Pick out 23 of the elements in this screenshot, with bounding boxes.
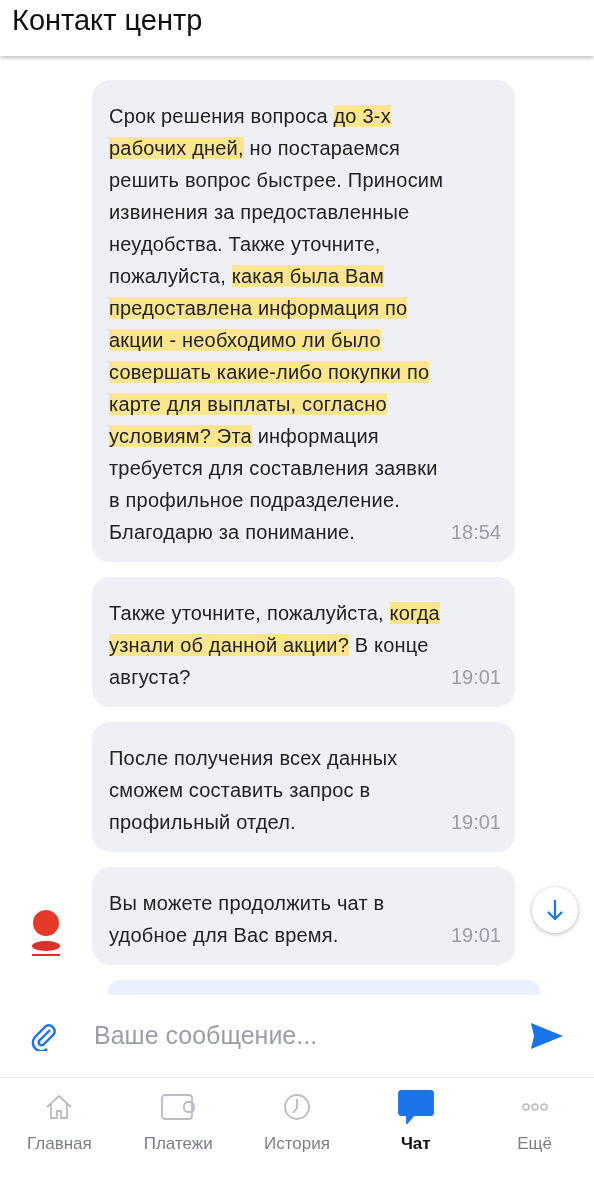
message-time: 19:01 xyxy=(450,923,501,948)
message-text: Срок решения вопроса до 3-х рабочих дней, но постараемся решить вопрос быстрее. Приносим извинения за предоставленные неудобства. Также уточните, пожалуйста, какая была Вам предоставлена информация по акции - необходимо ли было совершать какие-либо покупки по карте для выплаты, согласно условиям? Эта информация требуется для составления заявки в профильное подразделение. Благодарю за понимание. xyxy=(109,104,445,545)
nav-tab[interactable]: Ещё xyxy=(484,1088,585,1156)
send-icon[interactable] xyxy=(530,1022,564,1050)
more-icon xyxy=(520,1101,549,1112)
nav-tab[interactable]: Платежи xyxy=(128,1088,229,1156)
message-text: После получения всех данных сможем составить запрос в профильный отдел. xyxy=(109,746,399,835)
nav-tab[interactable]: Главная xyxy=(9,1088,110,1156)
nav-tab[interactable]: История xyxy=(247,1088,347,1156)
message-text: Также уточните, пожалуйста, когда узнали об данной акции? В конце августа? xyxy=(109,601,441,690)
message-text: Вы можете продолжить чат в удобное для Вас время. xyxy=(109,891,386,948)
wallet-icon xyxy=(160,1092,197,1121)
message-time: 19:01 xyxy=(450,810,501,835)
chat-icon xyxy=(397,1089,434,1124)
header-title: Контакт центр xyxy=(12,5,203,35)
arrow-down-icon xyxy=(547,899,563,921)
clock-icon xyxy=(283,1092,311,1121)
paperclip-icon[interactable] xyxy=(30,1021,58,1051)
scroll-down-button[interactable] xyxy=(532,887,578,933)
message-input[interactable]: Ваше сообщение... xyxy=(94,1017,494,1055)
message-time: 18:54 xyxy=(450,520,501,545)
message-time: 19:01 xyxy=(450,665,501,690)
nav-tab[interactable]: Чат xyxy=(365,1088,466,1156)
